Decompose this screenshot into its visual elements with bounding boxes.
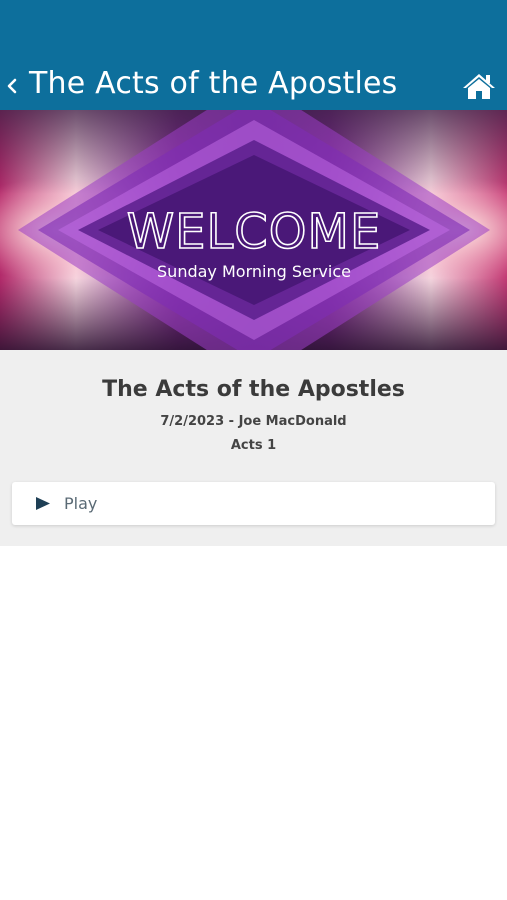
home-button[interactable] — [461, 71, 497, 101]
sermon-banner-image: WELCOME Sunday Morning Service — [0, 110, 507, 350]
sermon-date-speaker: 7/2/2023 - Joe MacDonald — [160, 414, 347, 429]
chevron-left-icon — [7, 78, 17, 94]
back-button[interactable] — [2, 72, 22, 100]
play-label: Play — [64, 494, 98, 513]
banner-headline: WELCOME — [127, 204, 382, 260]
play-icon — [36, 497, 50, 510]
page-title: The Acts of the Apostles — [29, 66, 398, 101]
banner-subline: Sunday Morning Service — [157, 262, 351, 281]
sermon-passage: Acts 1 — [230, 438, 277, 453]
app-header: The Acts of the Apostles — [0, 0, 507, 110]
sermon-details: The Acts of the Apostles 7/2/2023 - Joe … — [0, 350, 507, 546]
play-button[interactable]: Play — [12, 482, 495, 525]
sermon-title: The Acts of the Apostles — [102, 377, 405, 402]
home-icon — [463, 74, 495, 99]
